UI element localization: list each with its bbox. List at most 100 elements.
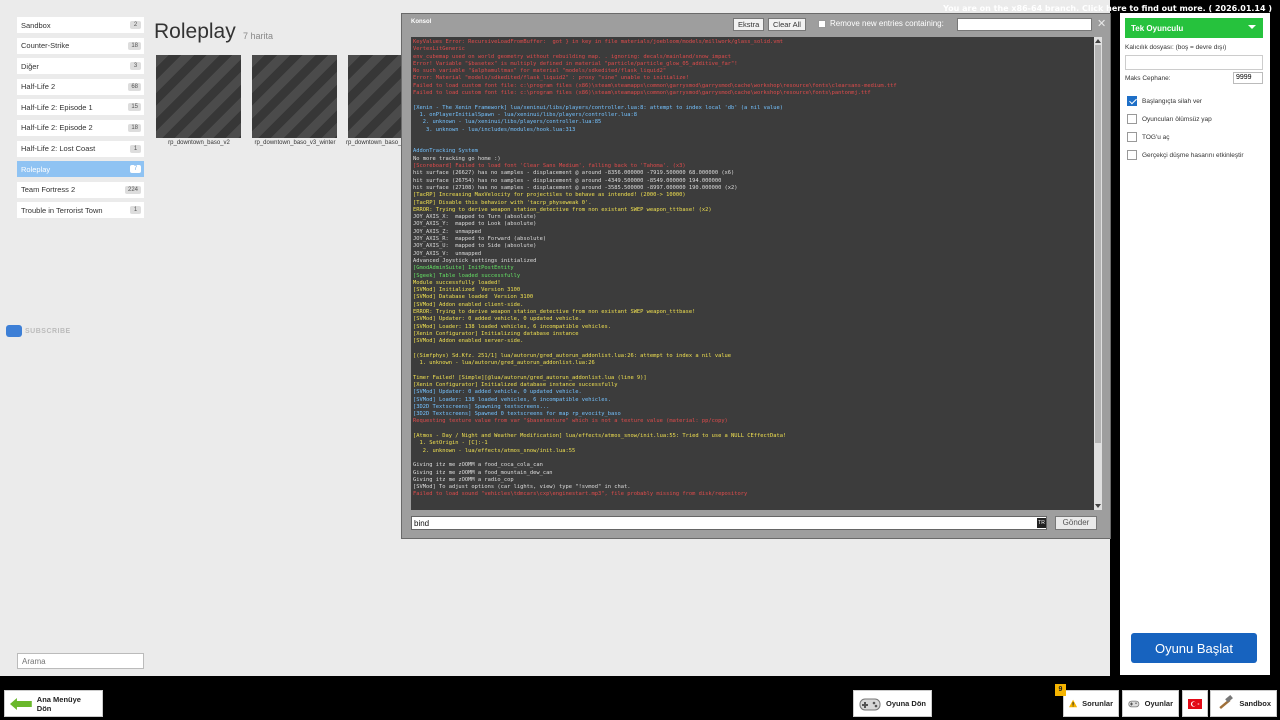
console-line: Giving itz me zOOMM a food_coca_cola_can <box>413 462 543 469</box>
extra-button[interactable]: Ekstra <box>733 18 765 31</box>
console-line: [SVMod] Updater: 0 added vehicle, 0 upda… <box>413 389 582 396</box>
console-line: [SVMod] Addon enabled server-side. <box>413 338 524 345</box>
map-thumbnail[interactable] <box>156 55 241 138</box>
send-button[interactable]: Gönder <box>1055 516 1097 530</box>
option-checkbox[interactable] <box>1127 150 1137 160</box>
option-row[interactable]: Başlangıçta silah ver <box>1127 96 1202 106</box>
games-button[interactable]: Oyunlar <box>1122 690 1179 717</box>
console-line: Requesting texture value from var "$base… <box>413 418 728 425</box>
console-line: No such variable "$alphamultmax" for mat… <box>413 68 667 75</box>
clear-all-button[interactable]: Clear All <box>768 18 806 31</box>
option-row[interactable]: Gerçekçi düşme hasarını etkinleştir <box>1127 150 1244 160</box>
scroll-up-icon[interactable] <box>1095 39 1101 43</box>
remove-entries-checkbox[interactable] <box>818 19 826 28</box>
option-checkbox[interactable] <box>1127 132 1137 142</box>
category-count: 2 <box>130 21 141 29</box>
max-ammo-input[interactable]: 9999 <box>1233 72 1263 84</box>
console-line: JOY_AXIS_X: mapped to Turn (absolute) <box>413 214 537 221</box>
console-line: Failed to load custom font file: c:\prog… <box>413 82 897 89</box>
warning-icon <box>1069 699 1078 708</box>
category-item[interactable]: Half-Life 2 68 <box>17 78 144 95</box>
back-to-menu-button[interactable]: Ana Menüye Dön <box>4 690 103 717</box>
player-mode-dropdown[interactable]: Tek Oyunculu <box>1125 18 1263 38</box>
console-line: JOY_AXIS_R: mapped to Forward (absolute) <box>413 236 547 243</box>
option-row[interactable]: Oyuncuları ölümsüz yap <box>1127 114 1212 124</box>
console-line: 1. onPlayerInitialSpawn - lua/xeninui/li… <box>413 111 637 118</box>
map-thumbnail[interactable] <box>252 55 337 138</box>
option-label: TOG'u aç <box>1142 133 1170 141</box>
category-count: 1 <box>130 206 141 215</box>
console-line: JOY_AXIS_U: mapped to Side (absolute) <box>413 243 537 250</box>
console-line: [SVMod] Addon enabled client-side. <box>413 301 524 308</box>
category-item[interactable]: Roleplay 7 <box>17 161 144 178</box>
map-count: 7 harita <box>243 31 274 41</box>
console-line: JOY_AXIS_Y: mapped to Look (absolute) <box>413 221 537 228</box>
problems-button[interactable]: Sorunlar <box>1063 690 1119 717</box>
back-to-menu-label: Ana Menüye Dön <box>36 694 81 713</box>
language-button[interactable] <box>1182 690 1208 717</box>
persistence-input[interactable] <box>1125 55 1263 70</box>
console-line: No more tracking go home :) <box>413 155 501 162</box>
player-mode-label: Tek Oyunculu <box>1131 23 1184 33</box>
console-command-input[interactable]: bind <box>411 516 1047 530</box>
category-item[interactable]: Half-Life 2: Lost Coast 1 <box>17 140 144 157</box>
console-line: hit surface (26754) has no samples - dis… <box>413 177 722 184</box>
scroll-thumb[interactable] <box>1095 45 1101 443</box>
category-item[interactable]: Half-Life 2: Episode 1 15 <box>17 99 144 116</box>
category-item[interactable]: Counter-Strike 18 <box>17 37 144 54</box>
start-game-button[interactable]: Oyunu Başlat <box>1131 633 1257 663</box>
option-row[interactable]: TOG'u aç <box>1127 132 1170 142</box>
console-line: [TacRP] Increasing MaxVelocity for proje… <box>413 192 686 199</box>
scroll-down-icon[interactable] <box>1095 504 1101 508</box>
persistence-label: Kalıcılık dosyası: (boş = devre dışı) <box>1125 44 1227 51</box>
category-label: Diğer <box>21 61 39 71</box>
remove-entries-label: Remove new entries containing: <box>830 19 944 28</box>
remove-entries-input[interactable] <box>957 18 1092 31</box>
category-label: Half-Life 2: Episode 2 <box>21 123 93 133</box>
option-checkbox[interactable] <box>1127 96 1137 106</box>
category-count: 68 <box>128 82 141 91</box>
console-line: [SVMod] Loader: 138 loaded vehicles, 6 i… <box>413 396 611 403</box>
category-count: 15 <box>128 103 141 112</box>
gamemode-button[interactable]: Sandbox <box>1210 690 1277 717</box>
console-line: ERROR: Trying to derive weapon station_d… <box>413 206 712 213</box>
map-name: rp_downtown_baso_v3_winter <box>254 140 336 146</box>
category-item[interactable]: Trouble in Terrorist Town 1 <box>17 202 144 219</box>
category-item[interactable]: Team Fortress 2 224 <box>17 181 144 198</box>
gamepad-icon <box>1128 700 1140 707</box>
console-line: [SVMod] Database loaded Version 3100 <box>413 294 534 301</box>
subscribe-widget[interactable]: SUBSCRIBE <box>6 325 71 337</box>
console-line: JOY_AXIS_Z: unmapped <box>413 228 482 235</box>
category-item[interactable]: Diğer 3 <box>17 58 144 75</box>
console-line: [(Simfphys) Sd.Kfz. 251/1] lua/autorun/g… <box>413 352 732 359</box>
category-item[interactable]: Sandbox 2 <box>17 17 144 33</box>
console-line: [3D2D Textscreens] Spawned 0 textscreens… <box>413 411 621 418</box>
subscribe-label: SUBSCRIBE <box>25 327 71 335</box>
resume-game-button[interactable]: Oyuna Dön <box>853 690 932 717</box>
page-title: Roleplay <box>154 20 236 43</box>
option-label: Gerçekçi düşme hasarını etkinleştir <box>1142 151 1244 159</box>
console-line: 3. unknown - lua/includes/modules/hook.l… <box>413 126 576 133</box>
map-name: rp_downtown_baso_v2 <box>346 140 408 146</box>
chevron-down-icon <box>1248 25 1256 29</box>
option-checkbox[interactable] <box>1127 114 1137 124</box>
console-line: Error: Material "models/sdkedited/flask_… <box>413 75 689 82</box>
category-label: Roleplay <box>21 164 51 174</box>
console-scrollbar[interactable] <box>1094 37 1102 510</box>
remove-entries-row: Remove new entries containing: <box>818 19 944 28</box>
console-line: ERROR: Trying to derive weapon station_d… <box>413 308 696 315</box>
category-count: 7 <box>130 165 141 174</box>
turkey-flag-icon <box>1188 698 1202 709</box>
problems-label: Sorunlar <box>1082 699 1113 708</box>
category-label: Team Fortress 2 <box>21 185 76 195</box>
console-line: Module successfully loaded! <box>413 279 501 286</box>
category-label: Half-Life 2 <box>21 82 56 92</box>
map-search-input[interactable] <box>17 653 144 669</box>
category-item[interactable]: Half-Life 2: Episode 2 18 <box>17 119 144 136</box>
close-icon[interactable]: ✕ <box>1097 17 1106 30</box>
branch-notice[interactable]: You are on the x86-64 branch. Click here… <box>943 4 1272 13</box>
console-log[interactable]: KeyValues Error: RecursiveLoadFromBuffer… <box>411 37 1094 510</box>
